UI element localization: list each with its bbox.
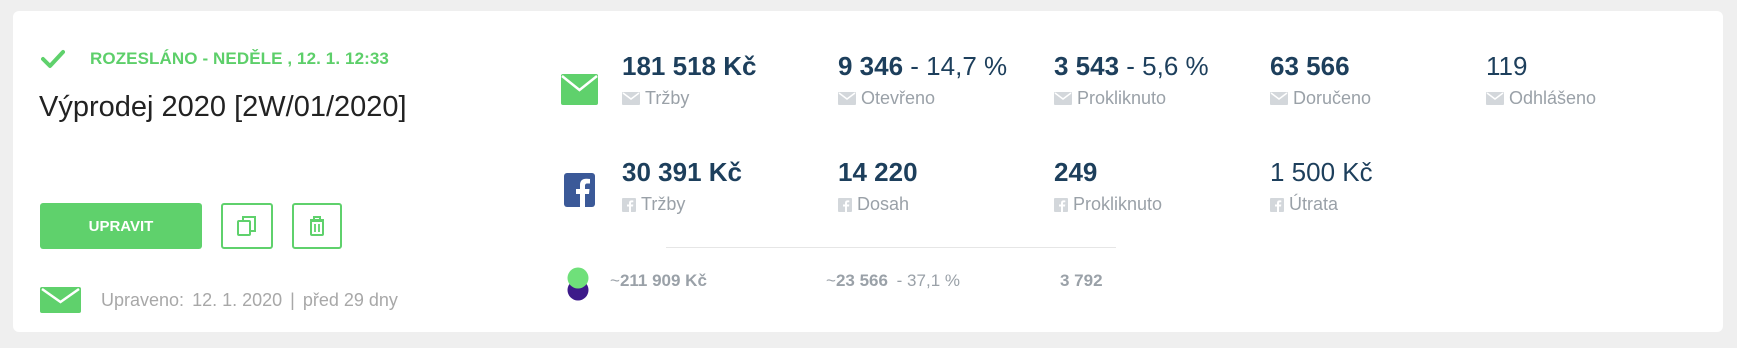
status-text: ROZESLÁNO - NEDĚLE , 12. 1. 12:33 [90, 49, 389, 68]
email-unsubscribed-value: 119 [1486, 51, 1528, 81]
envelope-icon [838, 92, 856, 105]
trash-icon [310, 216, 324, 236]
envelope-icon [1270, 92, 1288, 105]
email-metric-clicked: 3 543 - 5,6 % Prokliknuto [1054, 51, 1209, 109]
summary-revenue-prefix: ~ [610, 271, 620, 290]
fb-spend-value: 1 500 Kč [1270, 157, 1373, 187]
fb-metric-revenue: 30 391 Kč Tržby [622, 157, 742, 215]
campaign-card: ROZESLÁNO - NEDĚLE , 12. 1. 12:33 Výprod… [13, 11, 1723, 332]
check-icon [41, 50, 65, 68]
fb-metric-reach: 14 220 Dosah [838, 157, 918, 215]
edited-date: 12. 1. 2020 [192, 289, 283, 310]
email-revenue-value: 181 518 Kč [622, 51, 757, 81]
combined-channel-icon [567, 267, 589, 301]
edit-button[interactable]: UPRAVIT [40, 203, 202, 249]
email-clicked-pct: - 5,6 % [1119, 51, 1209, 81]
delete-button[interactable] [292, 203, 342, 249]
fb-spend-label: Útrata [1289, 194, 1339, 214]
fb-clicked-label: Prokliknuto [1073, 194, 1163, 214]
email-metric-unsubscribed: 119 Odhlášeno [1486, 51, 1596, 109]
summary-clicks-value: 3 792 [1060, 271, 1103, 290]
envelope-icon [1054, 92, 1072, 105]
email-revenue-label: Tržby [645, 88, 690, 108]
campaign-status: ROZESLÁNO - NEDĚLE , 12. 1. 12:33 [41, 49, 389, 69]
envelope-icon [622, 92, 640, 105]
summary-revenue: ~211 909 Kč [610, 271, 707, 291]
copy-icon [237, 216, 256, 236]
facebook-icon [1270, 197, 1284, 212]
email-opened-value: 9 346 [838, 51, 904, 81]
fb-reach-label: Dosah [857, 194, 910, 214]
email-metric-revenue: 181 518 Kč Tržby [622, 51, 756, 109]
email-metric-opened: 9 346 - 14,7 % Otevřeno [838, 51, 1007, 109]
summary-reach-value: 23 566 [835, 271, 888, 290]
fb-metric-spend: 1 500 Kč Útrata [1270, 157, 1373, 215]
email-unsubscribed-label: Odhlášeno [1509, 88, 1597, 108]
campaign-title[interactable]: Výprodej 2020 [2W/01/2020] [39, 91, 407, 124]
fb-clicked-value: 249 [1054, 157, 1098, 187]
email-opened-pct: - 14,7 % [903, 51, 1008, 81]
summary-reach-pct: - 37,1 % [896, 271, 960, 290]
summary-clicks: 3 792 [1060, 271, 1103, 291]
summary-reach: ~23 566 - 37,1 % [826, 271, 960, 291]
copy-button[interactable] [221, 203, 273, 249]
summary-divider [666, 247, 1116, 248]
email-clicked-label: Prokliknuto [1077, 88, 1167, 108]
envelope-icon [40, 287, 81, 313]
envelope-icon [561, 74, 598, 105]
email-clicked-value: 3 543 [1054, 51, 1120, 81]
edited-info: Upraveno: 12. 1. 2020 | před 29 dny [40, 287, 398, 313]
fb-revenue-label: Tržby [641, 194, 686, 214]
fb-metric-clicked: 249 Prokliknuto [1054, 157, 1162, 215]
fb-revenue-value: 30 391 Kč [622, 157, 742, 187]
email-metric-delivered: 63 566 Doručeno [1270, 51, 1371, 109]
email-delivered-value: 63 566 [1270, 51, 1350, 81]
summary-revenue-value: 211 909 Kč [619, 271, 707, 290]
fb-reach-value: 14 220 [838, 157, 918, 187]
email-opened-label: Otevřeno [861, 88, 936, 108]
summary-reach-prefix: ~ [826, 271, 836, 290]
email-delivered-label: Doručeno [1293, 88, 1372, 108]
facebook-icon [1054, 197, 1068, 212]
edited-label: Upraveno: [101, 289, 185, 310]
envelope-icon [1486, 92, 1504, 105]
facebook-icon [564, 173, 595, 207]
edited-separator: | [290, 289, 295, 310]
facebook-icon [838, 197, 852, 212]
facebook-icon [622, 197, 636, 212]
edited-ago: před 29 dny [302, 289, 398, 310]
